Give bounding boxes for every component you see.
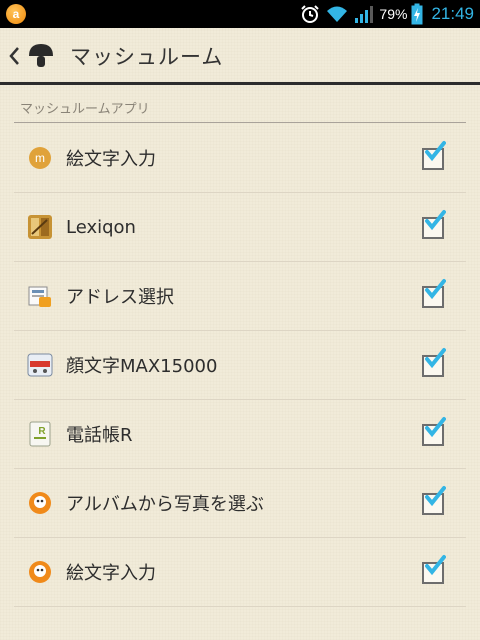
svg-text:R: R [38,426,46,437]
section-header: マッシュルームアプリ [20,102,150,117]
page-title: マッシュルーム [70,45,224,69]
enable-checkbox[interactable] [422,141,446,170]
list-item-label: 絵文字入力 [66,563,156,584]
list-item-label: アドレス選択 [66,287,174,308]
lexiqon-app-icon [27,214,53,240]
cell-signal-icon [353,4,375,24]
battery-percent: 79% [379,6,408,22]
list-item[interactable]: m 絵文字入力 [14,124,466,193]
mushroom-logo-icon [26,41,56,71]
enable-checkbox[interactable] [422,486,446,515]
app-list: m 絵文字入力 Lexiqon アドレス選択 顔文字MAX15000 R 電話帳… [14,124,466,607]
list-item[interactable]: R 電話帳R [14,400,466,469]
list-item[interactable]: アドレス選択 [14,262,466,331]
enable-checkbox[interactable] [422,348,446,377]
clock: 21:49 [431,4,474,23]
action-bar-divider [0,82,480,85]
status-icons: 79% 21:49 [299,0,480,28]
kaomoji-max-icon [27,352,53,378]
back-button[interactable] [8,28,56,84]
notification-area[interactable]: a [2,0,30,28]
list-item[interactable]: Lexiqon [14,193,466,262]
enable-checkbox[interactable] [422,210,446,239]
list-item-label: Lexiqon [66,216,136,238]
section-divider [14,122,466,123]
battery-charging-icon [411,3,423,25]
list-item-label: 顔文字MAX15000 [66,356,218,377]
emoji-input-orange-icon [27,559,53,585]
list-item-label: 電話帳R [66,425,133,446]
wifi-icon [325,4,349,24]
enable-checkbox[interactable] [422,555,446,584]
status-bar: a 79% 21:49 [0,0,480,28]
svg-text:m: m [35,151,45,165]
action-bar: マッシュルーム [0,28,480,84]
alarm-clock-icon [299,3,321,25]
enable-checkbox[interactable] [422,417,446,446]
back-chevron-icon [8,46,22,66]
list-item[interactable]: アルバムから写真を選ぶ [14,469,466,538]
list-item-label: アルバムから写真を選ぶ [66,494,264,515]
address-book-icon [27,283,53,309]
enable-checkbox[interactable] [422,279,446,308]
list-item[interactable]: 顔文字MAX15000 [14,331,466,400]
app-notification-icon: a [6,4,26,24]
emoji-input-m-icon: m [27,145,53,171]
list-item-label: 絵文字入力 [66,149,156,170]
album-photo-icon [27,490,53,516]
phonebook-r-icon: R [27,421,53,447]
list-item[interactable]: 絵文字入力 [14,538,466,607]
